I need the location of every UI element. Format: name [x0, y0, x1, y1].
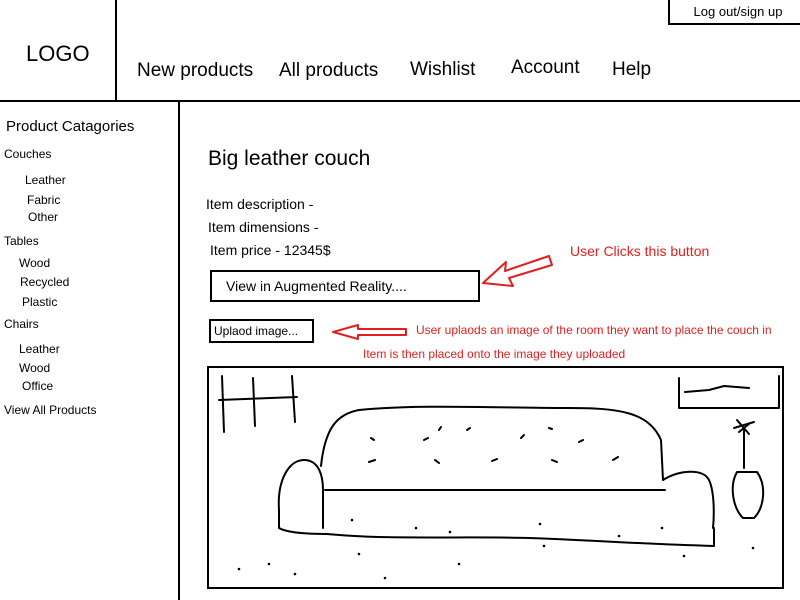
subcategory-tables-plastic[interactable]: Plastic [22, 295, 57, 309]
logo-divider [115, 0, 117, 101]
item-description: Item description - [206, 196, 314, 212]
annotation-placed: Item is then placed onto the image they … [363, 347, 626, 361]
nav-account[interactable]: Account [511, 57, 580, 79]
item-price: Item price - 12345$ [210, 242, 331, 258]
item-dimensions: Item dimensions - [208, 219, 319, 235]
sidebar-divider [178, 101, 180, 600]
subcategory-chairs-wood[interactable]: Wood [19, 361, 50, 375]
subcategory-chairs-office[interactable]: Office [22, 379, 53, 393]
annotation-user-clicks: User Clicks this button [570, 243, 710, 259]
subcategory-couches-leather[interactable]: Leather [25, 173, 66, 187]
product-title: Big leather couch [208, 147, 371, 170]
nav-wishlist[interactable]: Wishlist [410, 59, 475, 81]
nav-new-products[interactable]: New products [137, 60, 253, 82]
room-preview-image [207, 366, 784, 589]
category-couches[interactable]: Couches [4, 147, 51, 161]
subcategory-couches-fabric[interactable]: Fabric [27, 193, 60, 207]
subcategory-tables-recycled[interactable]: Recycled [20, 275, 69, 289]
view-all-products-link[interactable]: View All Products [4, 403, 97, 417]
category-chairs[interactable]: Chairs [4, 317, 39, 331]
logout-signup-button[interactable]: Log out/sign up [668, 0, 800, 25]
upload-image-button[interactable]: Uplaod image... [209, 319, 314, 343]
arrow-icon [332, 324, 407, 340]
subcategory-tables-wood[interactable]: Wood [19, 256, 50, 270]
sidebar-title: Product Catagories [6, 118, 135, 135]
couch-sketch [218, 375, 780, 580]
view-in-ar-button[interactable]: View in Augmented Reality.... [210, 270, 480, 302]
subcategory-couches-other[interactable]: Other [28, 210, 58, 224]
category-tables[interactable]: Tables [4, 234, 39, 248]
subcategory-chairs-leather[interactable]: Leather [19, 342, 60, 356]
logo[interactable]: LOGO [26, 41, 90, 67]
nav-all-products[interactable]: All products [279, 60, 378, 82]
arrow-icon [482, 255, 553, 287]
header-divider [0, 100, 800, 102]
annotation-upload: User uplaods an image of the room they w… [416, 323, 772, 337]
nav-help[interactable]: Help [612, 59, 651, 81]
